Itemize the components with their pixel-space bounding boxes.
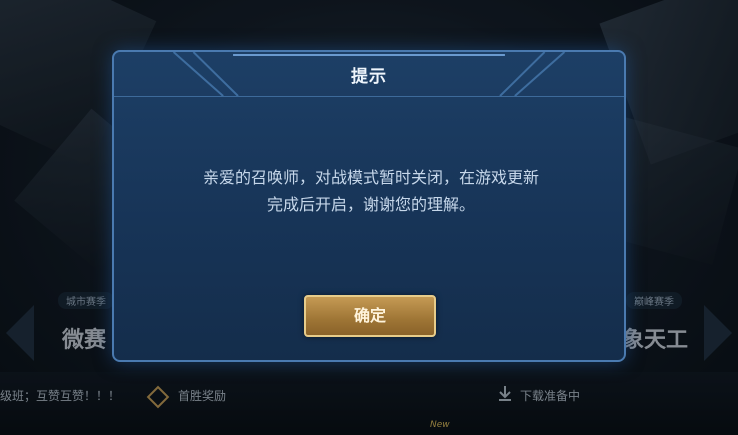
dialog-message-line: 完成后开启，谢谢您的理解。 bbox=[266, 195, 475, 214]
notice-dialog: 提示 亲爱的召唤师，对战模式暂时关闭，在游戏更新 完成后开启，谢谢您的理解。 确… bbox=[112, 50, 626, 362]
dialog-header: 提示 bbox=[114, 52, 624, 97]
confirm-button[interactable]: 确定 bbox=[304, 295, 436, 337]
dialog-message-line: 亲爱的召唤师，对战模式暂时关闭，在游戏更新 bbox=[202, 168, 539, 187]
dialog-message: 亲爱的召唤师，对战模式暂时关闭，在游戏更新 完成后开启，谢谢您的理解。 bbox=[134, 164, 608, 218]
dialog-title: 提示 bbox=[351, 67, 387, 87]
